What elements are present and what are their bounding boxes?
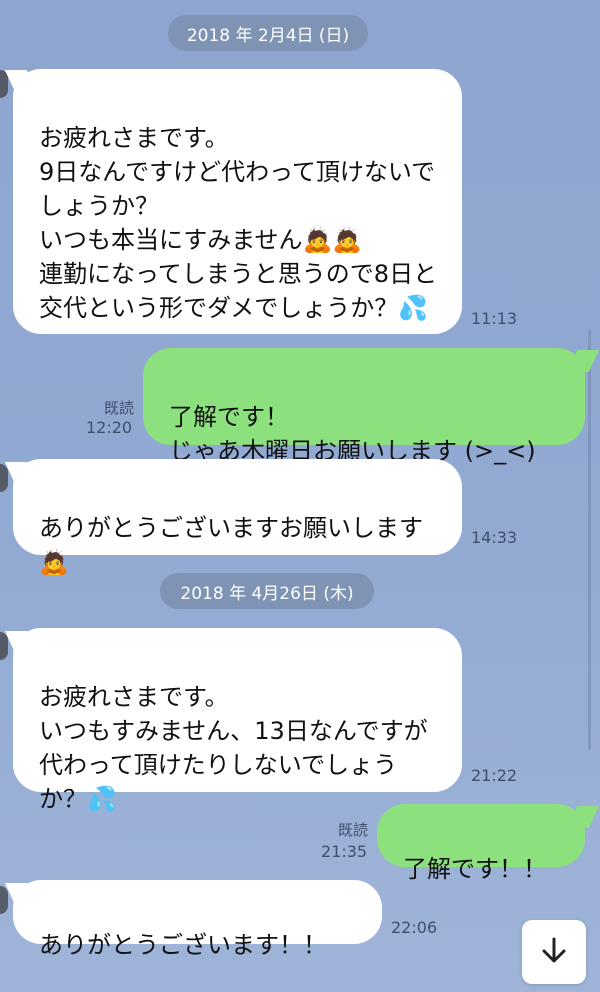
message-time: 22:06 — [391, 918, 438, 937]
message-text: ありがとうございます！！ — [39, 931, 327, 959]
message-bubble[interactable]: お疲れさまです。 9日なんですけど代わって頂けないでしょうか？ いつも本当にすみ… — [13, 69, 462, 334]
message-text: お疲れさまです。 いつもすみません、13日なんですが代わって頂けたりしないでしょ… — [39, 683, 428, 813]
message-text: 了解です！ じゃあ木曜日お願いします (>_<) — [169, 403, 536, 465]
message-bubble[interactable]: ありがとうございます！！ — [13, 880, 382, 959]
date-separator: 2018 年 2月4日 (日) — [168, 15, 368, 51]
message-bubble[interactable]: 了解です！ じゃあ木曜日お願いします (>_<) — [143, 348, 585, 465]
date-label: 2018 年 2月4日 (日) — [186, 25, 350, 46]
scroll-to-bottom-button[interactable] — [522, 920, 586, 984]
message-time: 14:33 — [471, 528, 518, 547]
message-bubble[interactable]: 了解です！！ — [377, 804, 585, 883]
date-separator: 2018 年 4月26日 (木) — [160, 573, 374, 609]
message-bubble[interactable]: お疲れさまです。 いつもすみません、13日なんですが代わって頂けたりしないでしょ… — [13, 628, 462, 813]
message-text: ありがとうございますお願いします🙇 — [39, 514, 423, 576]
scroll-indicator[interactable] — [588, 330, 591, 750]
read-receipt: 既読 — [337, 821, 368, 839]
message-time: 12:20 — [86, 418, 133, 437]
arrow-down-icon — [539, 935, 569, 969]
message-bubble[interactable]: ありがとうございますお願いします🙇 — [13, 459, 462, 576]
message-time: 21:35 — [321, 842, 368, 861]
message-time: 11:13 — [471, 309, 518, 328]
avatar[interactable] — [0, 886, 8, 914]
message-text: お疲れさまです。 9日なんですけど代わって頂けないでしょうか？ いつも本当にすみ… — [39, 124, 438, 322]
message-time: 21:22 — [471, 766, 518, 785]
date-label: 2018 年 4月26日 (木) — [180, 583, 354, 604]
read-receipt: 既読 — [103, 399, 134, 417]
message-text: 了解です！！ — [403, 855, 547, 883]
